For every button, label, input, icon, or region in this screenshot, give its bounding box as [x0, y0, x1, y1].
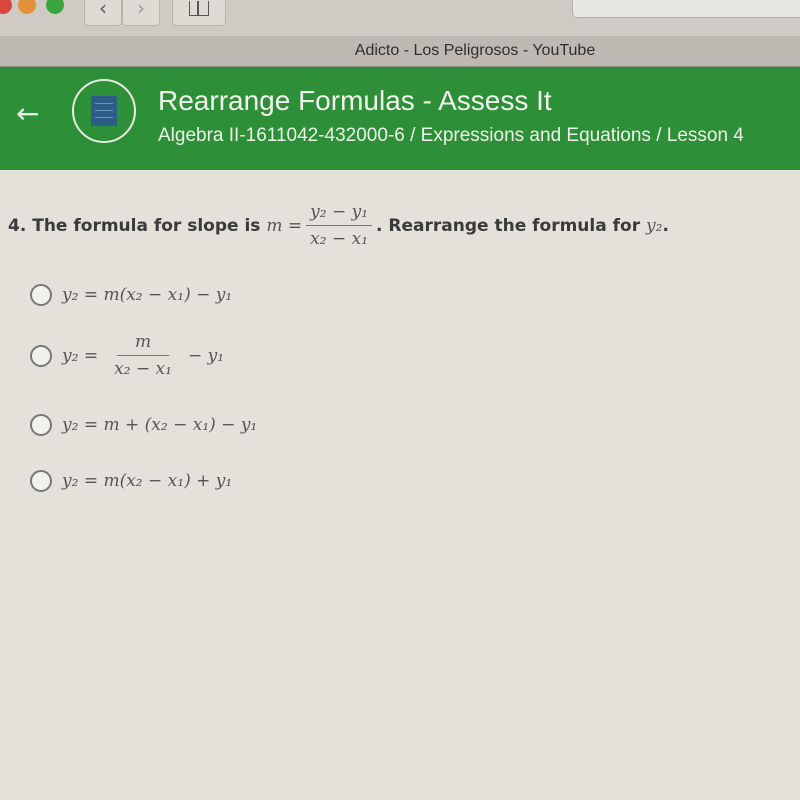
tab-bar: Adicto - Los Peligrosos - YouTube: [0, 36, 800, 67]
checklist-icon: [91, 96, 117, 126]
option-formula: y₂ = m(x₂ − x₁) + y₁: [62, 471, 233, 491]
slope-lhs: m =: [266, 215, 303, 236]
sidebar-icon: [189, 1, 209, 16]
lesson-logo: [72, 79, 136, 143]
option-lhs: y₂ =: [62, 345, 99, 366]
question-text-after: . Rearrange the formula for: [376, 215, 641, 236]
assessment-content: 4. The formula for slope is m = y₂ − y₁ …: [0, 172, 800, 800]
chevron-right-icon: ›: [137, 0, 145, 20]
radio-button[interactable]: [30, 284, 52, 306]
option-rhs: − y₁: [187, 345, 225, 366]
address-bar[interactable]: [572, 0, 800, 18]
answer-option-2[interactable]: y₂ = m x₂ − x₁ − y₁: [30, 332, 224, 379]
close-window-button[interactable]: [0, 0, 12, 14]
fraction-numerator: m: [116, 332, 170, 356]
option-fraction: m x₂ − x₁: [110, 332, 176, 379]
radio-button[interactable]: [30, 344, 52, 367]
active-tab-title[interactable]: Adicto - Los Peligrosos - YouTube: [0, 42, 800, 60]
minimize-window-button[interactable]: [18, 0, 36, 14]
option-formula: y₂ = m(x₂ − x₁) − y₁: [62, 285, 233, 305]
slope-fraction: y₂ − y₁ x₂ − x₁: [306, 202, 373, 249]
question-end: .: [662, 215, 669, 236]
maximize-window-button[interactable]: [46, 0, 64, 14]
answer-option-3[interactable]: y₂ = m + (x₂ − x₁) − y₁: [30, 414, 257, 436]
option-formula: y₂ = m + (x₂ − x₁) − y₁: [62, 415, 258, 435]
question-text: The formula for slope is: [32, 215, 261, 236]
fraction-numerator: y₂ − y₁: [306, 202, 373, 226]
radio-button[interactable]: [30, 414, 52, 436]
answer-option-1[interactable]: y₂ = m(x₂ − x₁) − y₁: [30, 284, 232, 306]
radio-button[interactable]: [30, 470, 52, 492]
sidebar-toggle-button[interactable]: [172, 0, 226, 26]
back-arrow-icon[interactable]: ←: [16, 97, 39, 130]
browser-toolbar: ‹ ›: [0, 0, 800, 37]
fraction-denominator: x₂ − x₁: [114, 359, 172, 379]
breadcrumb: Algebra II-1611042-432000-6 / Expression…: [158, 125, 744, 146]
question-prompt: 4. The formula for slope is m = y₂ − y₁ …: [8, 202, 669, 249]
browser-forward-button[interactable]: ›: [122, 0, 160, 26]
question-number: 4.: [8, 215, 27, 236]
page-title: Rearrange Formulas - Assess It: [158, 85, 552, 116]
chevron-left-icon: ‹: [99, 0, 107, 20]
target-variable: y₂: [646, 215, 663, 236]
answer-option-4[interactable]: y₂ = m(x₂ − x₁) + y₁: [30, 470, 232, 492]
lesson-header: ← Rearrange Formulas - Assess It Algebra…: [0, 67, 800, 170]
fraction-denominator: x₂ − x₁: [310, 229, 369, 249]
browser-back-button[interactable]: ‹: [84, 0, 122, 26]
